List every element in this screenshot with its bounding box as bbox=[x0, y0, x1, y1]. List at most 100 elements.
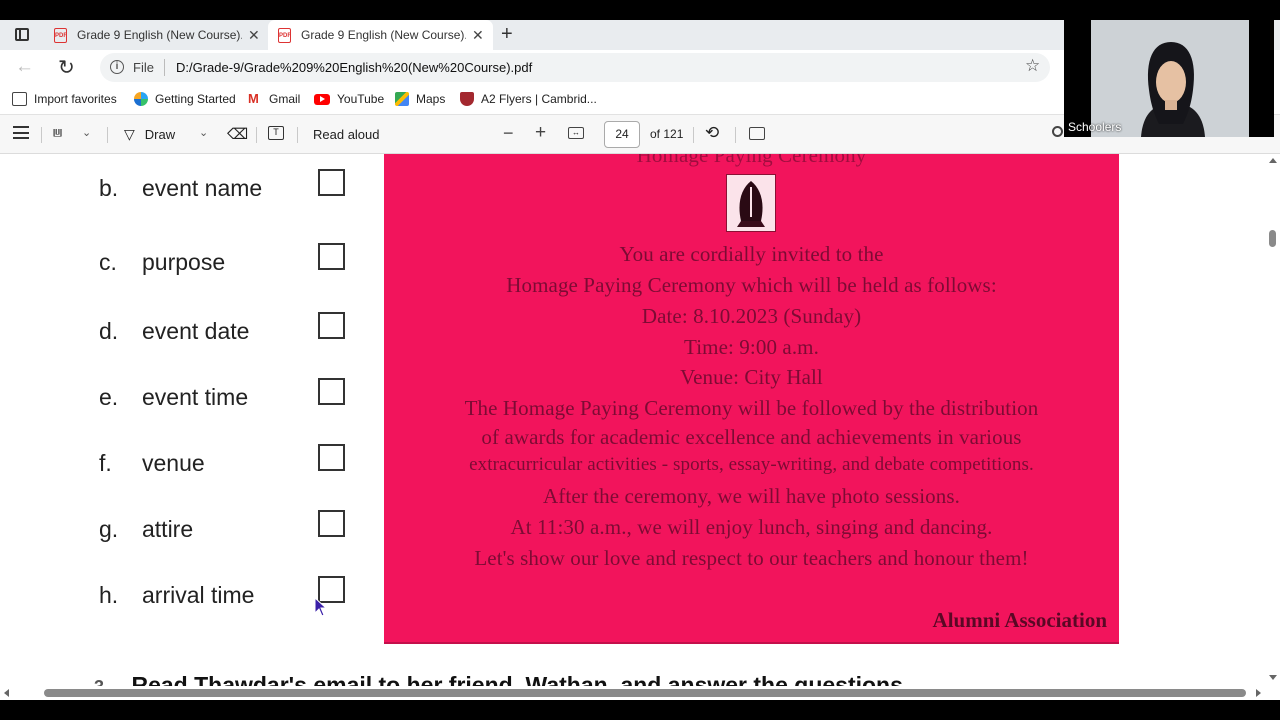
item-letter: h. bbox=[99, 582, 119, 608]
favorite-gmail[interactable]: M Gmail bbox=[248, 86, 300, 112]
favorite-import[interactable]: Import favorites bbox=[12, 86, 117, 112]
tab-title: Grade 9 English (New Course).pdf bbox=[301, 28, 466, 42]
tab-2-active[interactable]: PDF Grade 9 English (New Course).pdf ✕ bbox=[268, 20, 493, 50]
checkbox[interactable] bbox=[318, 169, 345, 196]
checkbox[interactable] bbox=[318, 312, 345, 339]
fit-to-width-icon[interactable]: ↔ bbox=[568, 127, 584, 139]
item-label: attire bbox=[142, 516, 194, 542]
invitation-line: The Homage Paying Ceremony will be follo… bbox=[464, 396, 1039, 420]
text-box-icon[interactable]: T bbox=[268, 126, 284, 140]
invitation-date: Date: 8.10.2023 (Sunday) bbox=[641, 304, 862, 328]
info-icon[interactable]: i bbox=[110, 60, 124, 74]
back-icon[interactable]: ← bbox=[15, 56, 34, 78]
tab-actions-icon[interactable] bbox=[15, 28, 29, 41]
toolbar-separator bbox=[735, 127, 736, 143]
invitation-line: At 11:30 a.m., we will enjoy lunch, sing… bbox=[510, 515, 993, 539]
toolbar-separator bbox=[256, 127, 257, 143]
scroll-right-icon[interactable] bbox=[1256, 689, 1261, 697]
file-label: File bbox=[133, 60, 154, 75]
screen-bottom-bar bbox=[0, 700, 1280, 720]
eraser-icon[interactable]: ⌫ bbox=[227, 125, 248, 143]
pdf-page-area[interactable]: b. event name c. purpose d. event date e… bbox=[0, 154, 1265, 686]
contents-list-icon[interactable] bbox=[13, 126, 29, 139]
toolbar-separator bbox=[107, 127, 108, 143]
invitation-signature: Alumni Association bbox=[932, 608, 1107, 632]
chevron-down-icon[interactable]: ⌄ bbox=[82, 126, 91, 139]
webcam-participant-name: Schoolers bbox=[1068, 120, 1122, 134]
favorite-getting-started[interactable]: Getting Started bbox=[134, 86, 236, 112]
horizontal-scrollbar[interactable] bbox=[0, 686, 1265, 700]
item-letter: b. bbox=[99, 175, 119, 201]
favorite-maps[interactable]: Maps bbox=[395, 86, 445, 112]
item-letter: f. bbox=[99, 450, 112, 476]
scroll-up-icon[interactable] bbox=[1269, 158, 1277, 163]
url-text[interactable]: D:/Grade-9/Grade%209%20English%20(New%20… bbox=[176, 60, 532, 75]
new-tab-icon[interactable]: + bbox=[501, 23, 513, 46]
favorite-label: YouTube bbox=[337, 92, 385, 106]
item-label: purpose bbox=[142, 249, 226, 275]
rotate-icon[interactable]: ⟲ bbox=[705, 123, 719, 143]
tab-title: Grade 9 English (New Course).pdf bbox=[77, 28, 242, 42]
invitation-line: Homage Paying Ceremony which will be hel… bbox=[506, 273, 997, 297]
scroll-down-icon[interactable] bbox=[1269, 675, 1277, 680]
draw-pen-icon: ▽ bbox=[124, 126, 135, 142]
praying-hands-icon bbox=[726, 174, 776, 232]
vertical-scrollbar[interactable] bbox=[1265, 154, 1280, 686]
question-number: 3. bbox=[94, 677, 109, 686]
invitation-line: of awards for academic excellence and ac… bbox=[481, 425, 1022, 449]
address-field[interactable]: i File D:/Grade-9/Grade%209%20English%20… bbox=[100, 53, 1050, 82]
checkbox[interactable] bbox=[318, 243, 345, 270]
toolbar-separator bbox=[693, 127, 694, 143]
pdf-icon: PDF bbox=[54, 27, 67, 43]
favorite-label: Maps bbox=[416, 92, 446, 106]
invitation-line: After the ceremony, we will have photo s… bbox=[543, 484, 960, 508]
item-label: venue bbox=[142, 450, 205, 476]
vertical-scroll-thumb[interactable] bbox=[1269, 230, 1276, 247]
invitation-line: extracurricular activities - sports, ess… bbox=[469, 454, 1034, 475]
invitation-time: Time: 9:00 a.m. bbox=[684, 335, 819, 359]
edge-icon bbox=[134, 92, 148, 106]
search-icon[interactable] bbox=[1052, 126, 1063, 137]
page-view-icon[interactable] bbox=[749, 127, 765, 140]
refresh-icon[interactable]: ↻ bbox=[58, 55, 75, 80]
checkbox[interactable] bbox=[318, 378, 345, 405]
item-label: event date bbox=[142, 318, 250, 344]
draw-label: Draw bbox=[144, 127, 176, 142]
checkbox[interactable] bbox=[318, 510, 345, 537]
page-number-input[interactable]: 24 bbox=[604, 121, 640, 148]
invitation-heading: Homage Paying Ceremony bbox=[636, 154, 867, 167]
draw-button[interactable]: ▽ Draw bbox=[124, 126, 175, 143]
read-aloud-button[interactable]: Read aloud bbox=[313, 127, 380, 142]
zoom-in-icon[interactable]: + bbox=[535, 122, 546, 144]
add-favorite-icon[interactable]: ☆ bbox=[1025, 56, 1040, 76]
close-tab-icon[interactable]: ✕ bbox=[248, 27, 260, 44]
webcam-overlay: Schoolers bbox=[1064, 20, 1274, 137]
invitation-card: Homage Paying Ceremony You are cordially… bbox=[384, 154, 1119, 644]
item-letter: d. bbox=[99, 318, 119, 344]
item-letter: e. bbox=[99, 384, 119, 410]
checkbox[interactable] bbox=[318, 444, 345, 471]
scroll-left-icon[interactable] bbox=[4, 689, 9, 697]
toolbar-separator bbox=[297, 127, 298, 143]
chevron-down-icon[interactable]: ⌄ bbox=[199, 126, 208, 139]
invitation-venue: Venue: City Hall bbox=[680, 365, 823, 389]
close-tab-icon[interactable]: ✕ bbox=[472, 27, 484, 44]
pdf-icon: PDF bbox=[278, 27, 291, 43]
item-letter: c. bbox=[99, 249, 117, 275]
zoom-out-icon[interactable]: − bbox=[503, 123, 514, 144]
horizontal-scroll-thumb[interactable] bbox=[44, 689, 1246, 697]
favorite-a2-flyers[interactable]: A2 Flyers | Cambrid... bbox=[460, 86, 597, 112]
favorite-label: Import favorites bbox=[34, 92, 117, 106]
item-label: event time bbox=[142, 384, 249, 410]
favorite-youtube[interactable]: YouTube bbox=[314, 86, 384, 112]
highlight-icon[interactable]: ⩏ bbox=[53, 124, 62, 142]
page-total-label: of 121 bbox=[650, 127, 684, 141]
item-label: event name bbox=[142, 175, 263, 201]
tab-1[interactable]: PDF Grade 9 English (New Course).pdf ✕ bbox=[44, 20, 266, 50]
favorite-label: A2 Flyers | Cambrid... bbox=[481, 92, 597, 106]
import-favorites-icon bbox=[12, 92, 27, 106]
mouse-cursor-icon bbox=[314, 597, 328, 617]
question-text: Read Thawdar's email to her friend, Wath… bbox=[131, 672, 910, 686]
item-letter: g. bbox=[99, 516, 119, 542]
screen-top-bar bbox=[0, 0, 1280, 20]
